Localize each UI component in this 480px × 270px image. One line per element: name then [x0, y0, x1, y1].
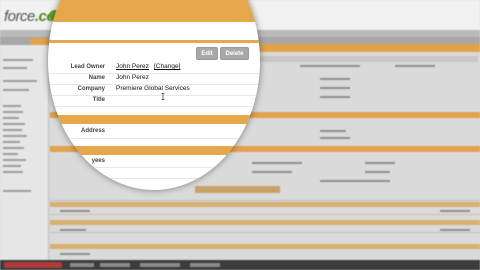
delete-button[interactable]: Delete [220, 47, 249, 60]
section-divider [48, 115, 260, 124]
address-label: Address [80, 128, 105, 134]
header-band [48, 0, 260, 22]
title-label: Title [92, 97, 105, 103]
section-divider [48, 146, 260, 155]
name-value: John Perez [116, 74, 149, 81]
company-value: Premiere Global Services [116, 85, 190, 92]
partial-row [48, 167, 260, 179]
tab-leads[interactable] [30, 38, 48, 45]
lead-owner-label: Lead Owner [70, 64, 105, 70]
edit-button[interactable]: Edit [196, 47, 218, 60]
address-row: Address [48, 125, 260, 139]
partial-label: yees [91, 158, 105, 164]
magnifier-lens: Edit Delete Lead Owner John Perez [Chang… [48, 0, 260, 190]
toolbar-band [48, 40, 260, 43]
name-label: Name [88, 75, 105, 81]
title-row: Title [48, 95, 260, 107]
company-label: Company [77, 86, 105, 92]
sidebar [0, 45, 49, 260]
text-cursor-icon [161, 93, 165, 100]
change-owner-link[interactable]: [Change] [154, 63, 180, 70]
lead-owner-link[interactable]: John Perez [116, 63, 149, 70]
taskbar-alert [4, 262, 62, 268]
